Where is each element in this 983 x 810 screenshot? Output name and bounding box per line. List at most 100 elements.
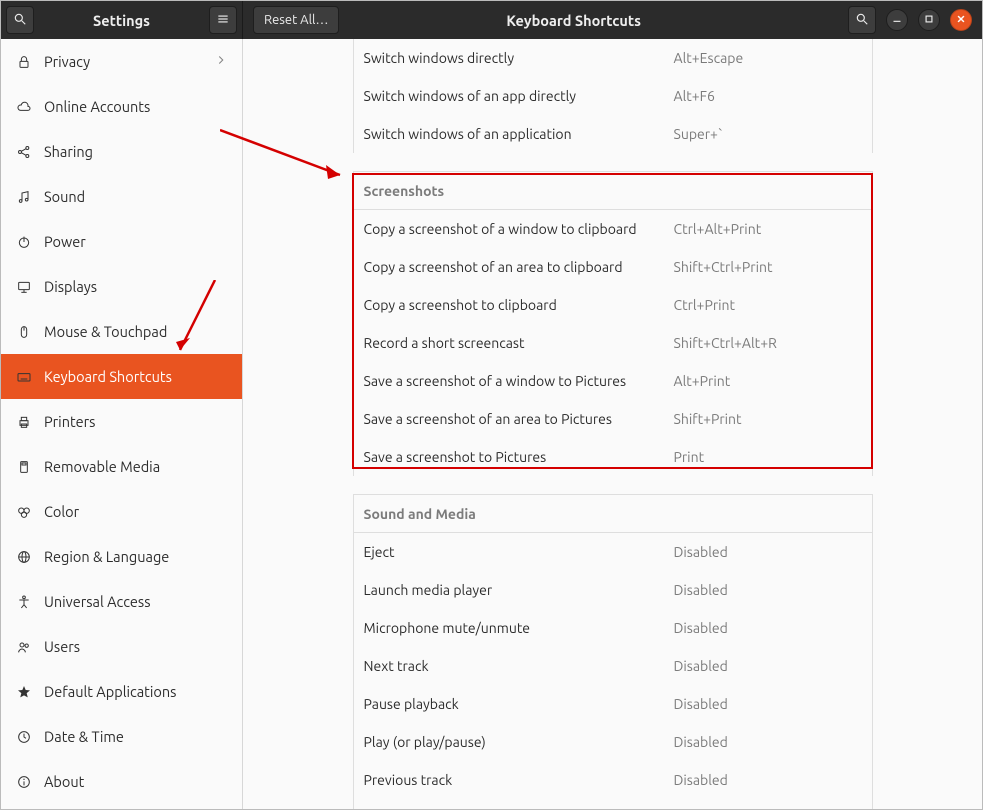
sidebar-item-removable-media[interactable]: Removable Media: [1, 444, 242, 489]
section-header: Screenshots: [353, 171, 873, 210]
chevron-right-icon: [214, 53, 228, 70]
shortcut-row[interactable]: Save a screenshot of an area to Pictures…: [353, 400, 873, 438]
cloud-icon: [15, 98, 33, 116]
minimize-icon: [890, 12, 904, 29]
shortcut-row[interactable]: Switch windows of an app directlyAlt+F6: [353, 77, 873, 115]
settings-window: Settings Reset All… Keyboard Shortcuts: [0, 0, 983, 810]
sidebar-item-label: Sound: [44, 188, 85, 205]
sidebar-item-label: Users: [44, 638, 80, 655]
shortcut-description: Switch windows of an app directly: [364, 88, 674, 104]
shortcut-row[interactable]: Save a screenshot of a window to Picture…: [353, 362, 873, 400]
maximize-button[interactable]: [918, 9, 940, 31]
star-icon: [15, 683, 33, 701]
shortcut-description: Switch windows of an application: [364, 126, 674, 142]
menu-button[interactable]: [209, 6, 237, 34]
shortcut-keys: Ctrl+Print: [674, 297, 736, 313]
shortcut-description: Pause playback: [364, 696, 674, 712]
sidebar-item-printers[interactable]: Printers: [1, 399, 242, 444]
access-icon: [15, 593, 33, 611]
shortcut-keys: Disabled: [674, 772, 728, 788]
shortcut-description: Next track: [364, 658, 674, 674]
globe-icon: [15, 548, 33, 566]
sidebar-item-privacy[interactable]: Privacy: [1, 39, 242, 84]
shortcut-row[interactable]: Play (or play/pause)Disabled: [353, 723, 873, 761]
shortcut-keys: Shift+Ctrl+Alt+R: [674, 335, 777, 351]
shortcut-row[interactable]: Switch windows directlyAlt+Escape: [353, 39, 873, 77]
shortcut-keys: Disabled: [674, 544, 728, 560]
shortcut-description: Play (or play/pause): [364, 734, 674, 750]
hamburger-icon: [216, 12, 230, 29]
sidebar-item-power[interactable]: Power: [1, 219, 242, 264]
shortcut-keys: Ctrl+Alt+Print: [674, 221, 762, 237]
sidebar-item-date-time[interactable]: Date & Time: [1, 714, 242, 759]
shortcut-row[interactable]: Copy a screenshot to clipboardCtrl+Print: [353, 286, 873, 324]
sidebar-item-universal-access[interactable]: Universal Access: [1, 579, 242, 624]
shortcut-keys: Print: [674, 449, 705, 465]
shortcut-row[interactable]: Save a screenshot to PicturesPrint: [353, 438, 873, 476]
shortcut-description: Eject: [364, 544, 674, 560]
sidebar-item-users[interactable]: Users: [1, 624, 242, 669]
shortcut-keys: Alt+Escape: [674, 50, 744, 66]
sidebar[interactable]: Privacy Online Accounts Sharing Sound Power D…: [1, 39, 243, 809]
shortcut-keys: Disabled: [674, 620, 728, 636]
shortcut-keys: Shift+Print: [674, 411, 742, 427]
minimize-button[interactable]: [886, 9, 908, 31]
shortcut-row[interactable]: Pause playbackDisabled: [353, 685, 873, 723]
search-icon: [855, 12, 869, 29]
sidebar-item-label: Color: [44, 503, 79, 520]
shortcut-description: Switch windows directly: [364, 50, 674, 66]
shortcut-row[interactable]: Launch media playerDisabled: [353, 571, 873, 609]
shortcut-description: Previous track: [364, 772, 674, 788]
main-content[interactable]: Switch windows directlyAlt+EscapeSwitch …: [243, 39, 982, 809]
sidebar-item-displays[interactable]: Displays: [1, 264, 242, 309]
shortcut-row[interactable]: Switch windows of an applicationSuper+`: [353, 115, 873, 153]
color-icon: [15, 503, 33, 521]
shortcut-description: Copy a screenshot of a window to clipboa…: [364, 221, 674, 237]
sidebar-item-label: Displays: [44, 278, 97, 295]
sidebar-item-online-accounts[interactable]: Online Accounts: [1, 84, 242, 129]
sidebar-item-color[interactable]: Color: [1, 489, 242, 534]
shortcut-keys: Super+`: [674, 126, 724, 142]
sidebar-item-about[interactable]: About: [1, 759, 242, 804]
mouse-icon: [15, 323, 33, 341]
sidebar-item-label: Power: [44, 233, 86, 250]
close-button[interactable]: [950, 9, 972, 31]
close-icon: [954, 12, 968, 29]
shortcut-keys: Disabled: [674, 582, 728, 598]
sidebar-item-keyboard-shortcuts[interactable]: Keyboard Shortcuts: [1, 354, 242, 399]
shortcut-keys: Disabled: [674, 658, 728, 674]
sidebar-item-sharing[interactable]: Sharing: [1, 129, 242, 174]
shortcut-row[interactable]: Stop playbackDisabled: [353, 799, 873, 809]
sidebar-item-region-language[interactable]: Region & Language: [1, 534, 242, 579]
shortcut-row[interactable]: Record a short screencastShift+Ctrl+Alt+…: [353, 324, 873, 362]
search-shortcuts-button[interactable]: [848, 6, 876, 34]
display-icon: [15, 278, 33, 296]
search-button[interactable]: [6, 6, 34, 34]
sidebar-item-label: Universal Access: [44, 593, 151, 610]
shortcut-description: Record a short screencast: [364, 335, 674, 351]
shortcut-row[interactable]: Previous trackDisabled: [353, 761, 873, 799]
clock-icon: [15, 728, 33, 746]
shortcut-row[interactable]: Copy a screenshot of a window to clipboa…: [353, 210, 873, 248]
shortcut-row[interactable]: Next trackDisabled: [353, 647, 873, 685]
sidebar-item-mouse-touchpad[interactable]: Mouse & Touchpad: [1, 309, 242, 354]
sidebar-item-label: Removable Media: [44, 458, 160, 475]
sidebar-item-sound[interactable]: Sound: [1, 174, 242, 219]
users-icon: [15, 638, 33, 656]
sidebar-item-label: Privacy: [44, 53, 90, 70]
shortcut-row[interactable]: Microphone mute/unmuteDisabled: [353, 609, 873, 647]
main-header: Reset All… Keyboard Shortcuts: [243, 1, 982, 39]
sidebar-title: Settings: [39, 12, 204, 29]
shortcut-row[interactable]: Copy a screenshot of an area to clipboar…: [353, 248, 873, 286]
sidebar-item-label: Date & Time: [44, 728, 124, 745]
shortcut-row[interactable]: EjectDisabled: [353, 533, 873, 571]
shortcut-description: Save a screenshot of an area to Pictures: [364, 411, 674, 427]
sidebar-item-label: Sharing: [44, 143, 93, 160]
section-header: Sound and Media: [353, 494, 873, 533]
sidebar-item-default-applications[interactable]: Default Applications: [1, 669, 242, 714]
shortcut-keys: Disabled: [674, 696, 728, 712]
sidebar-item-label: Printers: [44, 413, 95, 430]
power-icon: [15, 233, 33, 251]
lock-icon: [15, 53, 33, 71]
shortcut-keys: Disabled: [674, 734, 728, 750]
